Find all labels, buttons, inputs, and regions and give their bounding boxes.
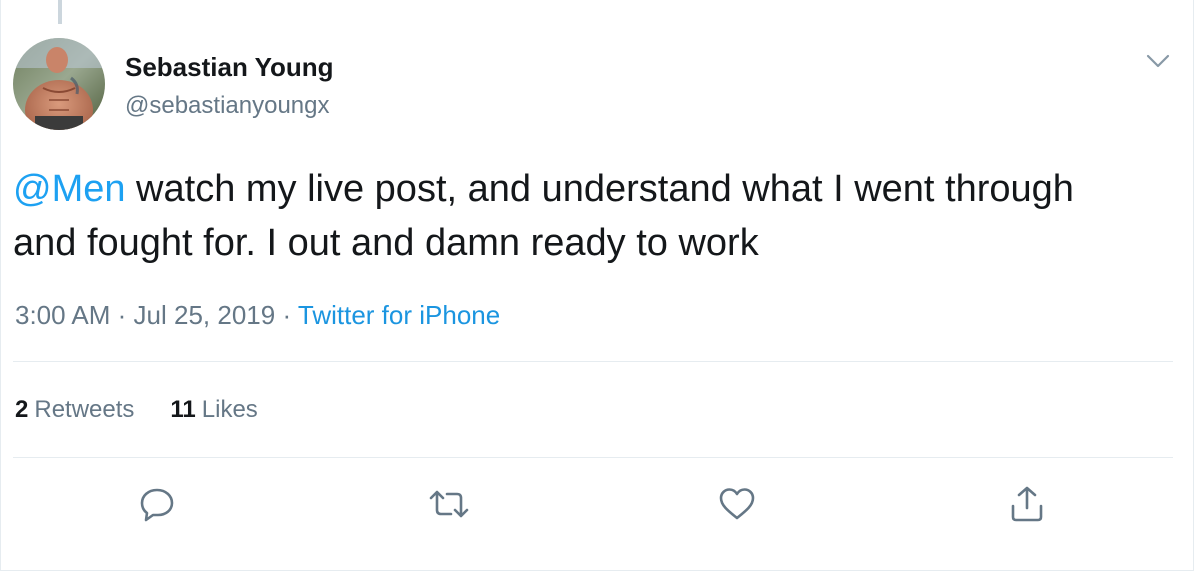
- share-icon: [1011, 486, 1043, 522]
- chevron-down-icon: [1146, 54, 1170, 68]
- retweet-button[interactable]: [427, 484, 471, 524]
- meta-separator: ·: [117, 300, 127, 330]
- retweets-stat[interactable]: 2 Retweets: [15, 396, 134, 423]
- mention-link[interactable]: @Men: [13, 168, 126, 210]
- tweet-text: @Men watch my live post, and understand …: [13, 162, 1113, 270]
- tweet-metadata: 3:00 AM · Jul 25, 2019 · Twitter for iPh…: [15, 300, 500, 331]
- retweets-count: 2: [15, 396, 29, 423]
- author-handle[interactable]: @sebastianyoungx: [125, 92, 330, 120]
- like-button[interactable]: [717, 484, 757, 524]
- retweet-icon: [429, 490, 469, 518]
- reply-button[interactable]: [137, 484, 177, 524]
- divider: [13, 361, 1173, 362]
- meta-separator: ·: [282, 300, 292, 330]
- divider: [13, 457, 1173, 458]
- avatar-photo: [13, 38, 105, 130]
- share-button[interactable]: [1007, 484, 1047, 524]
- likes-stat[interactable]: 11 Likes: [170, 396, 257, 423]
- thread-connector-line: [58, 0, 62, 24]
- reply-icon: [140, 488, 174, 522]
- likes-label: Likes: [201, 396, 258, 423]
- avatar[interactable]: [13, 38, 105, 130]
- tweet-date[interactable]: Jul 25, 2019: [134, 300, 276, 330]
- retweets-label: Retweets: [34, 396, 135, 423]
- author-display-name[interactable]: Sebastian Young: [125, 52, 334, 83]
- tweet-time[interactable]: 3:00 AM: [15, 300, 110, 330]
- tweet-body: watch my live post, and understand what …: [13, 168, 1074, 264]
- heart-icon: [719, 488, 755, 520]
- more-options-button[interactable]: [1141, 48, 1175, 76]
- engagement-stats: 2 Retweets 11 Likes: [15, 396, 294, 424]
- tweet-source-link[interactable]: Twitter for iPhone: [298, 300, 500, 330]
- tweet-card: Sebastian Young @sebastianyoungx @Men wa…: [0, 0, 1194, 571]
- likes-count: 11: [170, 396, 196, 423]
